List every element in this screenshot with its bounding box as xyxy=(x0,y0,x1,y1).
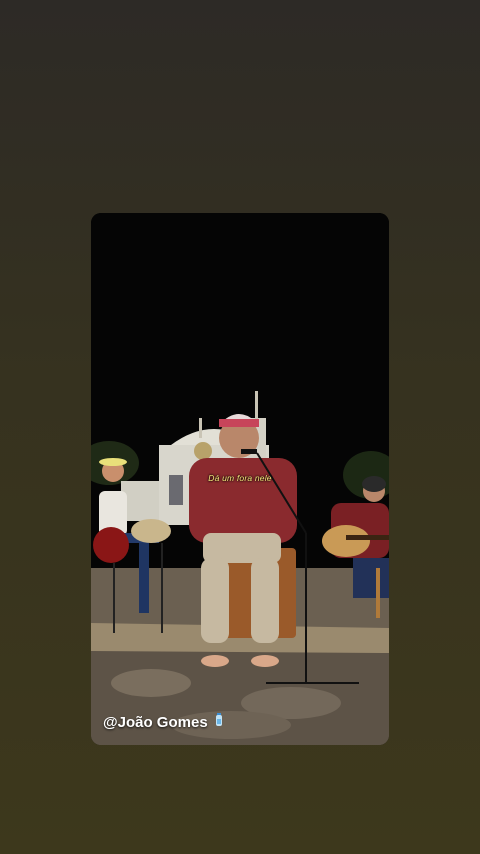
mention-username: @João Gomes xyxy=(103,713,208,731)
lyric-caption: Dá um fora nele xyxy=(208,473,272,483)
mention-tag[interactable]: @João Gomes xyxy=(103,713,224,731)
water-bottle-icon xyxy=(214,713,224,731)
story-video-card[interactable]: Dá um fora nele @João Gomes xyxy=(91,213,389,745)
